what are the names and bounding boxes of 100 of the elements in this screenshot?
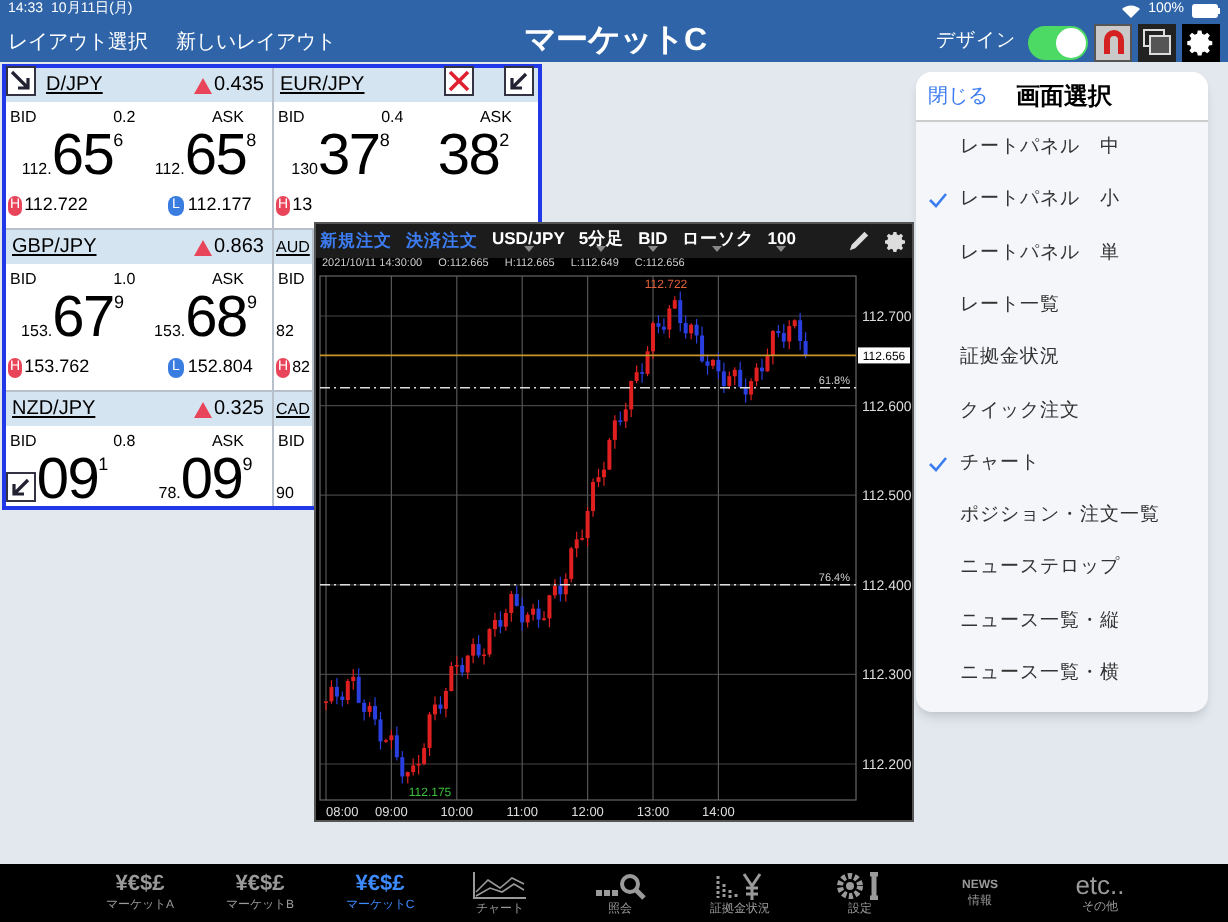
- menu-item-label: 証拠金状況: [960, 344, 1060, 373]
- bid-label: BID: [278, 106, 305, 130]
- change-value: 0.435: [213, 72, 264, 100]
- pencil-icon[interactable]: [848, 230, 870, 252]
- menu-item[interactable]: ポジション・注文一覧: [916, 490, 1208, 543]
- high-value: 13: [292, 192, 313, 219]
- price-pip: 8: [379, 132, 390, 150]
- layout-button[interactable]: [1138, 23, 1176, 61]
- search-icon: [594, 871, 646, 899]
- wifi-icon: [1122, 4, 1141, 18]
- currency-icon: ¥€$£: [115, 874, 165, 896]
- menu-item-label: レート一覧: [960, 291, 1060, 320]
- cell-header[interactable]: D/JPY 0.435: [6, 68, 272, 102]
- header-link[interactable]: 新しいレイアウト: [176, 27, 336, 57]
- menu-item-label: レートパネル 中: [960, 134, 1120, 163]
- price-prefix: 112.: [21, 162, 52, 178]
- change-value: 0.863: [213, 234, 264, 262]
- close-icon[interactable]: [444, 66, 474, 96]
- price-main: 09: [36, 456, 99, 506]
- bid-label: BID: [10, 430, 37, 454]
- spread-value: 1.0: [113, 268, 136, 292]
- more-icon: etc..: [1075, 872, 1125, 898]
- order-button[interactable]: 決済注文: [406, 228, 478, 254]
- chart-selector[interactable]: 5分足: [578, 229, 625, 253]
- price-pip: 6: [113, 132, 124, 150]
- caret-icon: [776, 246, 787, 253]
- gear-wrench-icon: [836, 871, 884, 899]
- chart-selector[interactable]: BID: [638, 229, 668, 253]
- menu-item[interactable]: ニュース一覧・横: [916, 647, 1208, 701]
- price-prefix: 112.: [154, 162, 185, 178]
- chart-selector[interactable]: 100: [767, 229, 796, 253]
- price-prefix: 78.: [158, 486, 181, 502]
- price-main: 65: [51, 132, 114, 182]
- price-pip: 9: [242, 456, 253, 474]
- order-button[interactable]: 新規注文: [320, 228, 392, 254]
- magnet-icon: [1099, 28, 1127, 56]
- expand-icon[interactable]: [504, 66, 534, 96]
- menu-item-label: レートパネル 小: [960, 186, 1120, 215]
- menu-item[interactable]: レートパネル 単: [916, 227, 1208, 280]
- price-pip: 9: [246, 294, 257, 312]
- header-link[interactable]: レイアウト選択: [8, 27, 148, 57]
- currency-pair: D/JPY: [46, 72, 103, 100]
- price-prefix: 153.: [154, 324, 186, 340]
- currency-pair: EUR/JPY: [280, 72, 365, 100]
- cell-header[interactable]: GBP/JPY 0.863: [6, 230, 272, 264]
- screen-title: マーケットC: [524, 22, 708, 62]
- battery-icon: [1192, 4, 1220, 18]
- menu-item-label: ニュース一覧・縦: [960, 607, 1120, 636]
- ask-label: ASK: [211, 430, 244, 454]
- menu-item[interactable]: ニュース一覧・縦: [916, 595, 1208, 648]
- windows-icon: [1142, 28, 1172, 56]
- menu-item-label: ポジション・注文一覧: [960, 502, 1160, 531]
- menu-item-label: ニュース一覧・横: [960, 659, 1120, 688]
- resize-icon[interactable]: [6, 472, 36, 502]
- change-value: 0.325: [213, 396, 264, 424]
- high-value: 112.722: [24, 192, 88, 219]
- design-label: デザイン: [936, 27, 1016, 56]
- menu-item[interactable]: レートパネル 中: [916, 122, 1208, 175]
- menu-item[interactable]: クイック注文: [916, 384, 1208, 438]
- price-pip: 1: [98, 456, 109, 474]
- menu-item-label: レートパネル 単: [960, 239, 1120, 268]
- price-pip: 9: [113, 294, 124, 312]
- menu-item[interactable]: ニューステロップ: [916, 542, 1208, 596]
- price-pip: 2: [499, 132, 510, 150]
- menu-item[interactable]: レートパネル 小: [916, 174, 1208, 228]
- high-value: 82: [292, 356, 310, 380]
- price-main: 09: [180, 456, 243, 506]
- price-main: 68: [185, 294, 247, 344]
- menu-item[interactable]: チャート: [916, 437, 1208, 491]
- chart-selector[interactable]: USD/JPY: [492, 229, 565, 253]
- price-main: 67: [52, 294, 114, 344]
- ask-label: ASK: [211, 106, 244, 130]
- cell-header[interactable]: NZD/JPY 0.325: [6, 392, 272, 426]
- caret-icon: [523, 246, 534, 253]
- bid-label: BID: [278, 430, 305, 454]
- collapse-icon[interactable]: [6, 66, 36, 96]
- design-toggle[interactable]: [1028, 25, 1088, 59]
- price-prefix: 82: [276, 324, 294, 340]
- currency-icon: ¥€$£: [355, 874, 405, 896]
- menu-item[interactable]: 証拠金状況: [916, 332, 1208, 385]
- spread-value: 0.8: [113, 430, 136, 454]
- magnet-button[interactable]: [1094, 23, 1132, 61]
- menu-item-label: クイック注文: [960, 397, 1080, 425]
- bar-yen-icon: [714, 871, 766, 899]
- bid-label: BID: [278, 268, 305, 292]
- line-chart-icon: [472, 871, 528, 899]
- low-value: 112.177: [187, 192, 252, 219]
- price-prefix: 153.: [21, 324, 53, 340]
- settings-button[interactable]: [1182, 23, 1220, 61]
- price-main: 38: [437, 132, 500, 182]
- price-prefix: 130: [291, 162, 319, 178]
- currency-icon: ¥€$£: [235, 874, 285, 896]
- menu-item-label: ニューステロップ: [960, 554, 1120, 583]
- currency-pair: NZD/JPY: [12, 396, 96, 424]
- menu-item[interactable]: レート一覧: [916, 279, 1208, 333]
- settings-icon[interactable]: [884, 229, 908, 253]
- close-link[interactable]: 閉じる: [928, 81, 988, 111]
- chart-selector[interactable]: ローソク: [681, 229, 754, 253]
- caret-icon: [712, 246, 723, 253]
- low-value: 152.804: [187, 354, 253, 381]
